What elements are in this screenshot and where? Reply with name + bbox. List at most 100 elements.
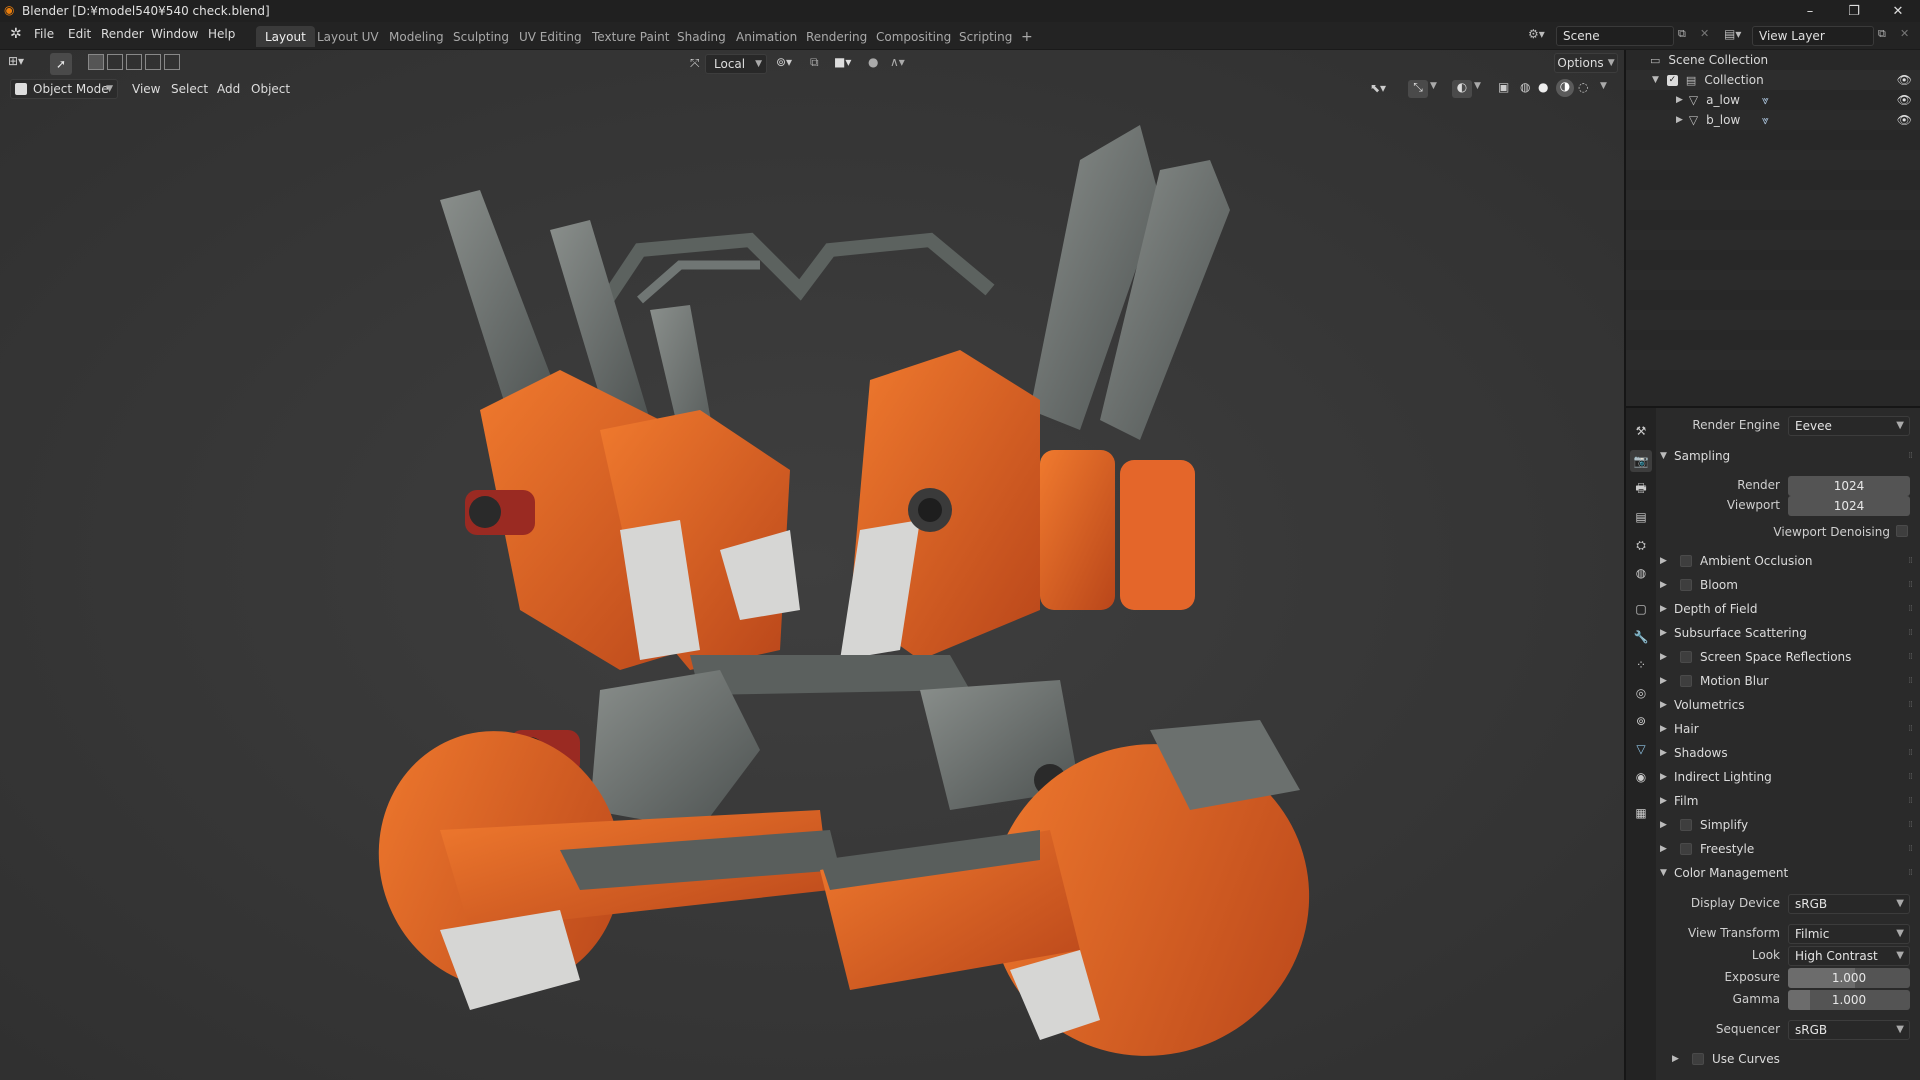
proportional-editing-icon[interactable]: ● bbox=[868, 55, 878, 69]
expand-arrow-icon[interactable]: ▶ bbox=[1676, 115, 1683, 125]
tab-modeling[interactable]: Modeling bbox=[380, 26, 453, 47]
panel-row[interactable]: ▶ Indirect Lighting ⁞⁞ bbox=[1660, 766, 1916, 788]
drag-handle-icon[interactable]: ⁞⁞ bbox=[1908, 652, 1913, 662]
physics-tab-icon[interactable]: ◎ bbox=[1630, 682, 1652, 704]
use-curves-checkbox[interactable] bbox=[1692, 1053, 1704, 1065]
object-data-tab-icon[interactable]: ▽ bbox=[1630, 738, 1652, 760]
new-view-layer-icon[interactable]: ⧉ bbox=[1878, 27, 1886, 41]
snap-target-icon[interactable]: ■▾ bbox=[834, 55, 851, 69]
panel-row[interactable]: ▶ Screen Space Reflections ⁞⁞ bbox=[1660, 646, 1916, 668]
outliner-object-row[interactable]: ▶ ▽ a_low ⩔ 👁 bbox=[1626, 90, 1920, 110]
scene-name-field[interactable]: Scene bbox=[1556, 26, 1674, 46]
mesh-data-icon[interactable]: ⩔ bbox=[1762, 93, 1769, 108]
panel-use-curves[interactable]: ▶ Use Curves bbox=[1672, 1048, 1920, 1070]
new-scene-icon[interactable]: ⧉ bbox=[1678, 27, 1686, 41]
panel-enable-checkbox[interactable] bbox=[1680, 819, 1692, 831]
scene-selector-icon[interactable]: ⚙▾ bbox=[1528, 27, 1545, 41]
world-tab-icon[interactable]: ◍ bbox=[1630, 562, 1652, 584]
eye-icon[interactable]: 👁 bbox=[1897, 73, 1912, 87]
menu-view[interactable]: View bbox=[132, 82, 160, 96]
drag-handle-icon[interactable]: ⁞⁞ bbox=[1908, 451, 1913, 461]
chevron-down-icon[interactable]: ▼ bbox=[1474, 81, 1481, 91]
panel-row[interactable]: ▶ Volumetrics ⁞⁞ bbox=[1660, 694, 1916, 716]
drag-handle-icon[interactable]: ⁞⁞ bbox=[1908, 868, 1913, 878]
mesh-data-icon[interactable]: ⩔ bbox=[1762, 113, 1769, 128]
sequencer-dropdown[interactable]: sRGB ▼ bbox=[1788, 1020, 1910, 1040]
panel-sampling[interactable]: ▼ Sampling ⁞⁞ bbox=[1660, 445, 1916, 467]
panel-row[interactable]: ▶ Depth of Field ⁞⁞ bbox=[1660, 598, 1916, 620]
minimize-button[interactable]: – bbox=[1788, 0, 1832, 22]
tab-layout-uv[interactable]: Layout UV bbox=[308, 26, 388, 47]
add-workspace-button[interactable]: + bbox=[1012, 26, 1042, 47]
constraints-tab-icon[interactable]: ⊚ bbox=[1630, 710, 1652, 732]
drag-handle-icon[interactable]: ⁞⁞ bbox=[1908, 604, 1913, 614]
expand-arrow-icon[interactable]: ▼ bbox=[1652, 75, 1659, 85]
render-engine-dropdown[interactable]: Eevee ▼ bbox=[1788, 416, 1910, 436]
drag-handle-icon[interactable]: ⁞⁞ bbox=[1908, 700, 1913, 710]
material-preview-shading-icon[interactable]: ◑ bbox=[1556, 79, 1574, 97]
sampling-render-field[interactable]: 1024 bbox=[1788, 476, 1910, 496]
tab-compositing[interactable]: Compositing bbox=[867, 26, 960, 47]
menu-help[interactable]: Help bbox=[208, 27, 235, 41]
pivot-point-icon[interactable]: ⊚▾ bbox=[776, 55, 792, 69]
panel-row[interactable]: ▶ Ambient Occlusion ⁞⁞ bbox=[1660, 550, 1916, 572]
drag-handle-icon[interactable]: ⁞⁞ bbox=[1908, 580, 1913, 590]
delete-scene-icon[interactable]: ✕ bbox=[1700, 27, 1709, 40]
tab-layout[interactable]: Layout bbox=[256, 26, 315, 47]
exclude-checkbox[interactable]: ✓ bbox=[1666, 74, 1678, 86]
menu-file[interactable]: File bbox=[34, 27, 54, 41]
exposure-slider[interactable]: 1.000 bbox=[1788, 968, 1910, 988]
select-invert-icon[interactable] bbox=[145, 54, 161, 70]
panel-enable-checkbox[interactable] bbox=[1680, 651, 1692, 663]
view-transform-dropdown[interactable]: Filmic ▼ bbox=[1788, 924, 1910, 944]
wireframe-shading-icon[interactable]: ◍ bbox=[1520, 80, 1530, 94]
tool-tab-icon[interactable]: ⚒ bbox=[1630, 420, 1652, 442]
object-tab-icon[interactable]: ▢ bbox=[1630, 598, 1652, 620]
overlays-toggle-icon[interactable]: ◐ bbox=[1452, 80, 1472, 98]
snap-icon[interactable]: ⧉ bbox=[810, 55, 819, 70]
drag-handle-icon[interactable]: ⁞⁞ bbox=[1908, 556, 1913, 566]
menu-edit[interactable]: Edit bbox=[68, 27, 91, 41]
drag-handle-icon[interactable]: ⁞⁞ bbox=[1908, 724, 1913, 734]
select-tool-icon[interactable]: ➚ bbox=[50, 53, 72, 75]
3d-viewport[interactable] bbox=[0, 50, 1624, 1080]
material-tab-icon[interactable]: ◉ bbox=[1630, 766, 1652, 788]
render-tab-icon[interactable]: 📷 bbox=[1630, 450, 1652, 472]
editor-type-selector[interactable]: ⊞▾ bbox=[8, 54, 44, 74]
display-device-dropdown[interactable]: sRGB ▼ bbox=[1788, 894, 1910, 914]
panel-row[interactable]: ▶ Film ⁞⁞ bbox=[1660, 790, 1916, 812]
scene-tab-icon[interactable]: ⛭ bbox=[1630, 534, 1652, 556]
expand-arrow-icon[interactable]: ▶ bbox=[1676, 95, 1683, 105]
transform-orientation-dropdown[interactable]: Local ▼ bbox=[705, 54, 767, 74]
drag-handle-icon[interactable]: ⁞⁞ bbox=[1908, 844, 1913, 854]
shading-options-icon[interactable]: ▼ bbox=[1600, 81, 1607, 91]
proportional-falloff-icon[interactable]: ∧▾ bbox=[890, 55, 905, 69]
menu-render[interactable]: Render bbox=[101, 27, 144, 41]
tab-shading[interactable]: Shading bbox=[668, 26, 735, 47]
outliner-collection-row[interactable]: ▼ ✓ ▤ Collection 👁 bbox=[1626, 70, 1920, 90]
view-layer-tab-icon[interactable]: ▤ bbox=[1630, 506, 1652, 528]
panel-enable-checkbox[interactable] bbox=[1680, 675, 1692, 687]
rendered-shading-icon[interactable]: ◌ bbox=[1578, 80, 1588, 94]
outliner-scene-collection[interactable]: ▭ Scene Collection bbox=[1626, 50, 1920, 70]
drag-handle-icon[interactable]: ⁞⁞ bbox=[1908, 628, 1913, 638]
outliner-object-row[interactable]: ▶ ▽ b_low ⩔ 👁 bbox=[1626, 110, 1920, 130]
maximize-button[interactable]: ❐ bbox=[1832, 0, 1876, 22]
panel-row[interactable]: ▶ Hair ⁞⁞ bbox=[1660, 718, 1916, 740]
menu-object[interactable]: Object bbox=[251, 82, 290, 96]
select-intersect-icon[interactable] bbox=[164, 54, 180, 70]
menu-select[interactable]: Select bbox=[171, 82, 208, 96]
drag-handle-icon[interactable]: ⁞⁞ bbox=[1908, 796, 1913, 806]
gizmo-toggle-icon[interactable]: ⤡ bbox=[1408, 80, 1428, 98]
tab-sculpting[interactable]: Sculpting bbox=[444, 26, 518, 47]
visibility-selectability-icon[interactable]: ⬉▾ bbox=[1370, 81, 1386, 95]
tab-texture-paint[interactable]: Texture Paint bbox=[583, 26, 678, 47]
panel-row[interactable]: ▶ Bloom ⁞⁞ bbox=[1660, 574, 1916, 596]
mode-dropdown[interactable]: Object Mode ▼ bbox=[10, 79, 118, 99]
drag-handle-icon[interactable]: ⁞⁞ bbox=[1908, 676, 1913, 686]
solid-shading-icon[interactable]: ● bbox=[1538, 80, 1548, 94]
look-dropdown[interactable]: High Contrast ▼ bbox=[1788, 946, 1910, 966]
particles-tab-icon[interactable]: ⁘ bbox=[1630, 654, 1652, 676]
drag-handle-icon[interactable]: ⁞⁞ bbox=[1908, 772, 1913, 782]
drag-handle-icon[interactable]: ⁞⁞ bbox=[1908, 748, 1913, 758]
